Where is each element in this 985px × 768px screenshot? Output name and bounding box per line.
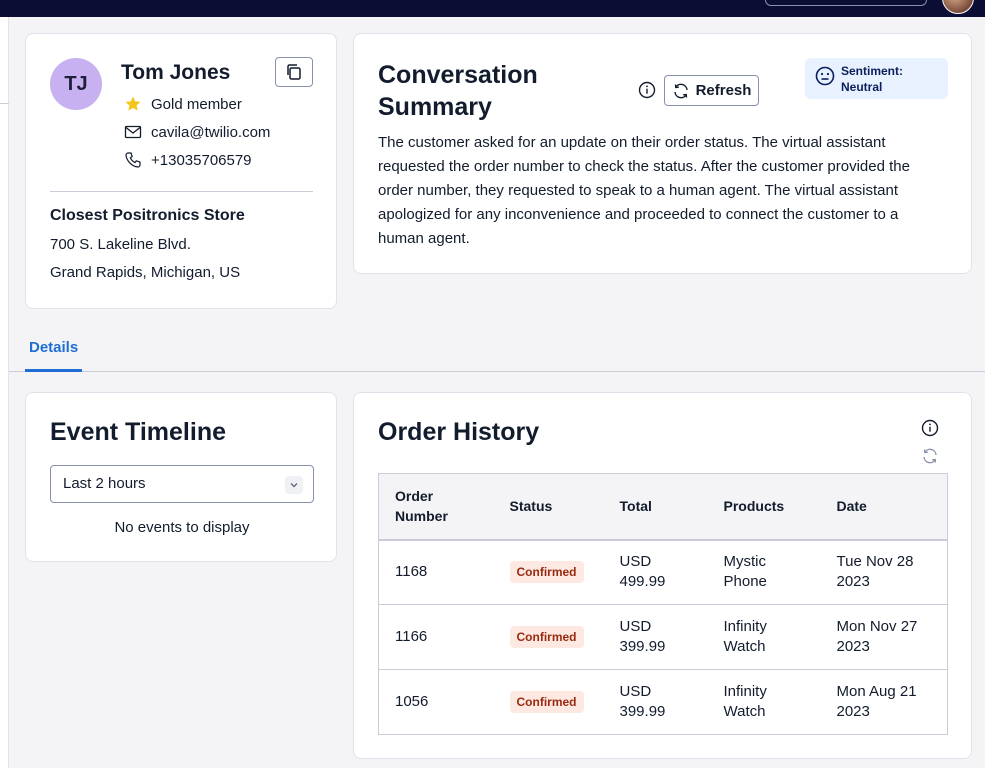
chevron-down-icon [285,476,303,494]
order-history-title: Order History [378,418,540,446]
order-history-table: Order Number Status Total Products Date … [378,473,948,735]
copy-icon [287,64,301,80]
event-timeline-card: Event Timeline Last 2 hours No events to… [25,392,337,562]
order-status-cell: Confirmed [494,670,604,735]
table-row: 1168 Confirmed USD 499.99 Mystic Phone T… [378,539,948,605]
column-header-products: Products [707,473,821,541]
order-total: USD 499.99 [603,539,708,605]
rail-divider [0,103,9,104]
timeline-empty-text: No events to display [114,519,250,536]
order-number: 1168 [378,539,494,605]
customer-phone[interactable]: +13035706579 [151,152,252,169]
mail-icon [124,123,142,141]
customer-name: Tom Jones [121,61,231,84]
order-total: USD 399.99 [603,604,708,670]
order-total: USD 399.99 [619,683,666,720]
top-navigation-bar [0,0,985,17]
column-header-date: Date [820,473,948,541]
tab-details[interactable]: Details [25,333,83,372]
sentiment-value: Neutral [841,79,883,94]
refresh-icon[interactable] [920,446,940,466]
customer-phone-row: +13035706579 [124,151,252,169]
table-header-row: Order Number Status Total Products Date [378,473,948,541]
star-icon [124,95,142,113]
tab-bar: Details [9,333,985,372]
order-date: Mon Aug 21 2023 [836,683,917,720]
customer-card: TJ Tom Jones Gold member cavila@twilio.c… [25,33,337,309]
order-product: Infinity Watch [707,604,821,670]
status-badge: Confirmed [509,691,584,713]
table-row: 1056 Confirmed USD 399.99 Infinity Watch… [379,670,948,735]
sentiment-label: Sentiment: [841,63,904,78]
left-rail [0,17,9,768]
store-address-line1: 700 S. Lakeline Blvd. [50,236,191,253]
user-avatar[interactable] [942,0,974,14]
column-header-status: Status [493,473,604,541]
customer-tier: Gold member [151,95,242,113]
column-header-total: Total [603,473,708,541]
sentiment-text: Sentiment: Neutral [841,63,903,95]
customer-avatar: TJ [50,58,102,110]
table-row: 1166 Confirmed USD 399.99 Infinity Watch… [378,604,948,670]
timeline-title: Event Timeline [50,418,226,446]
order-date: Tue Nov 28 2023 [820,539,948,605]
order-status-cell: Confirmed [493,604,604,670]
order-number: 1056 [395,693,429,710]
order-date: Mon Nov 27 2023 [820,604,948,670]
customer-email[interactable]: cavila@twilio.com [151,124,270,141]
order-history-card: Order History Order Number Status Total … [353,392,972,759]
customer-email-row: cavila@twilio.com [124,123,270,141]
time-range-select[interactable]: Last 2 hours [50,465,314,503]
info-icon[interactable] [637,80,657,100]
time-range-value: Last 2 hours [63,475,146,492]
summary-title: Conversation Summary [378,61,538,121]
customer-divider [50,191,313,192]
order-number: 1166 [378,604,494,670]
copy-button[interactable] [275,57,313,87]
customer-tier-row: Gold member [124,95,242,113]
refresh-label: Refresh [695,82,752,99]
neutral-face-icon [815,66,835,91]
store-title: Closest Positronics Store [50,207,245,224]
info-icon[interactable] [920,418,940,438]
refresh-button[interactable]: Refresh [664,75,759,106]
refresh-icon [672,82,690,100]
sentiment-badge: Sentiment: Neutral [805,58,948,99]
status-badge: Confirmed [509,561,584,584]
conversation-summary-card: Conversation Summary Refresh Sentiment: … [353,33,972,274]
order-status-cell: Confirmed [493,539,604,605]
status-badge: Confirmed [509,626,584,648]
top-search-field[interactable] [765,0,927,6]
column-header-order-number: Order Number [378,473,494,541]
summary-body: The customer asked for an update on thei… [378,134,910,247]
phone-icon [124,151,142,169]
order-product: Infinity Watch [723,683,767,720]
store-address-line2: Grand Rapids, Michigan, US [50,264,241,281]
order-product: Mystic Phone [707,539,821,605]
